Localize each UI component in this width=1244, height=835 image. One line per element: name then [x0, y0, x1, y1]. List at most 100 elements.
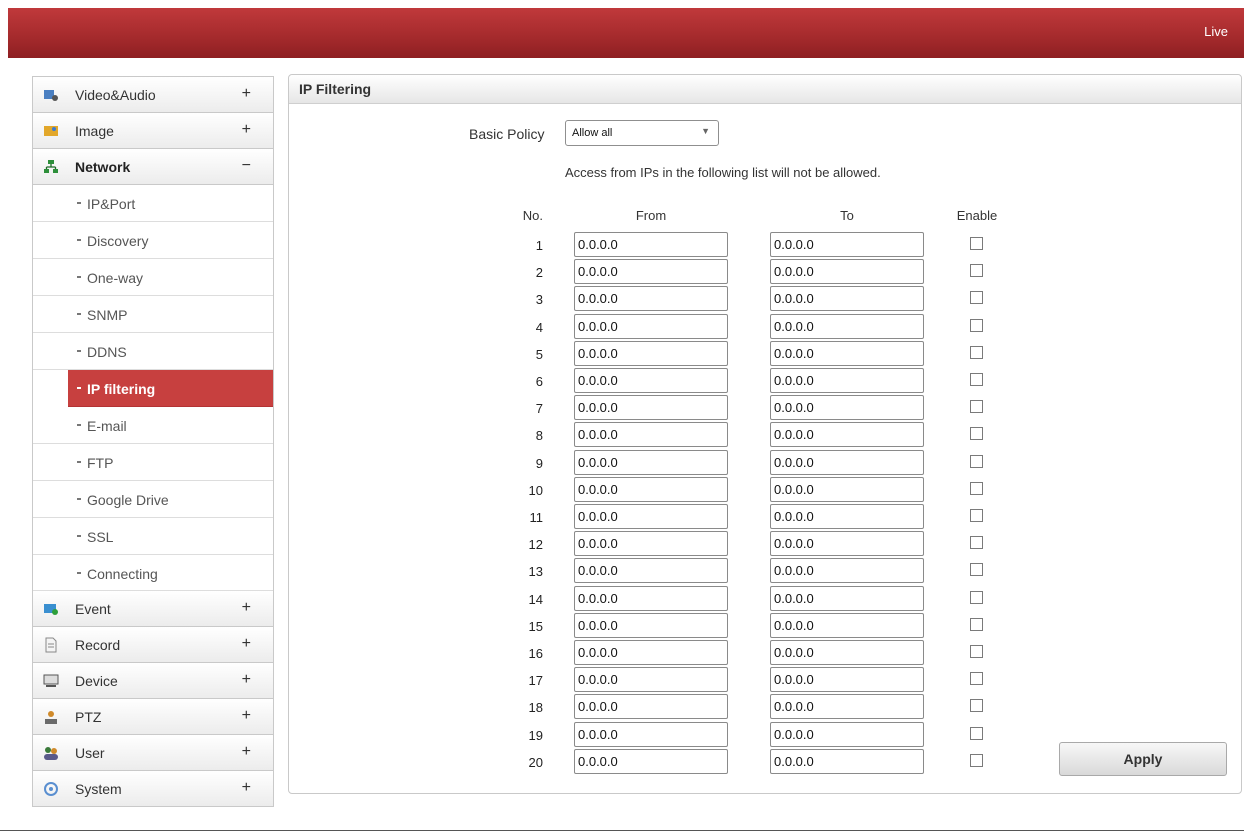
from-ip-input[interactable]: [574, 640, 728, 665]
sidebar-group-system[interactable]: System +: [33, 771, 273, 807]
from-ip-input[interactable]: [574, 476, 728, 502]
from-ip-input[interactable]: [574, 558, 728, 584]
enable-checkbox[interactable]: [970, 672, 983, 686]
enable-checkbox[interactable]: [970, 454, 983, 468]
sidebar-group-image[interactable]: Image +: [33, 113, 273, 149]
from-ip-input[interactable]: [574, 340, 728, 366]
filter-row: 9: [289, 449, 1241, 477]
from-ip-input[interactable]: [574, 504, 728, 529]
expand-icon[interactable]: +: [242, 671, 251, 689]
expand-icon[interactable]: +: [242, 85, 251, 103]
to-ip-input[interactable]: [770, 748, 924, 774]
sidebar-item-google-drive[interactable]: Google Drive: [33, 481, 273, 518]
basic-policy-select[interactable]: Allow all ▼: [565, 120, 719, 146]
enable-checkbox[interactable]: [970, 318, 983, 332]
from-ip-input[interactable]: [574, 531, 728, 557]
enable-checkbox[interactable]: [970, 563, 983, 577]
from-ip-input[interactable]: [574, 612, 728, 638]
to-ip-input[interactable]: [770, 504, 924, 529]
to-ip-input[interactable]: [770, 259, 924, 285]
device-icon: [43, 673, 59, 689]
from-ip-input[interactable]: [574, 449, 728, 475]
from-ip-input[interactable]: [574, 259, 728, 285]
to-ip-input[interactable]: [770, 286, 924, 312]
enable-checkbox[interactable]: [970, 509, 983, 522]
expand-icon[interactable]: +: [242, 121, 251, 139]
sidebar-item-snmp[interactable]: SNMP: [33, 296, 273, 333]
enable-checkbox[interactable]: [970, 590, 983, 604]
from-ip-input[interactable]: [574, 232, 728, 257]
expand-icon[interactable]: +: [242, 707, 251, 725]
from-ip-input[interactable]: [574, 313, 728, 339]
filter-row: 8: [289, 422, 1241, 449]
from-ip-input[interactable]: [574, 667, 728, 693]
sidebar-group-network[interactable]: Network −: [33, 149, 273, 185]
to-ip-input[interactable]: [770, 232, 924, 257]
from-ip-input[interactable]: [574, 395, 728, 421]
to-ip-input[interactable]: [770, 667, 924, 693]
expand-icon[interactable]: +: [242, 635, 251, 653]
column-header-enable: Enable: [956, 208, 998, 223]
to-ip-input[interactable]: [770, 694, 924, 720]
from-ip-input[interactable]: [574, 422, 728, 448]
sidebar-item-ddns[interactable]: DDNS: [33, 333, 273, 370]
column-header-from: From: [635, 208, 667, 223]
to-ip-input[interactable]: [770, 558, 924, 584]
sidebar-item-label: SNMP: [87, 307, 128, 323]
to-ip-input[interactable]: [770, 476, 924, 502]
to-ip-input[interactable]: [770, 368, 924, 393]
sidebar-item-ftp[interactable]: FTP: [33, 444, 273, 481]
enable-checkbox[interactable]: [970, 373, 983, 386]
sidebar-item-ip-filtering[interactable]: IP filtering: [68, 370, 273, 407]
enable-checkbox[interactable]: [970, 400, 983, 414]
enable-checkbox[interactable]: [970, 753, 983, 767]
sidebar-group-ptz[interactable]: PTZ +: [33, 699, 273, 735]
collapse-icon[interactable]: −: [242, 157, 251, 175]
enable-checkbox[interactable]: [970, 291, 983, 305]
from-ip-input[interactable]: [574, 585, 728, 611]
from-ip-input[interactable]: [574, 721, 728, 747]
to-ip-input[interactable]: [770, 721, 924, 747]
to-ip-input[interactable]: [770, 340, 924, 366]
sidebar-item-ssl[interactable]: SSL: [33, 518, 273, 555]
expand-icon[interactable]: +: [242, 743, 251, 761]
from-ip-input[interactable]: [574, 368, 728, 393]
sidebar-group-record[interactable]: Record +: [33, 627, 273, 663]
to-ip-input[interactable]: [770, 585, 924, 611]
sidebar-group-video-audio[interactable]: Video&Audio +: [33, 77, 273, 113]
enable-checkbox[interactable]: [970, 645, 983, 658]
to-ip-input[interactable]: [770, 395, 924, 421]
to-ip-input[interactable]: [770, 313, 924, 339]
sidebar-group-user[interactable]: User +: [33, 735, 273, 771]
from-ip-input[interactable]: [574, 748, 728, 774]
enable-checkbox[interactable]: [970, 617, 983, 631]
live-link[interactable]: Live: [1204, 24, 1228, 39]
to-ip-input[interactable]: [770, 422, 924, 448]
enable-checkbox[interactable]: [970, 481, 983, 495]
from-ip-input[interactable]: [574, 694, 728, 720]
enable-checkbox[interactable]: [970, 536, 983, 550]
sidebar-item-e-mail[interactable]: E-mail: [33, 407, 273, 444]
expand-icon[interactable]: +: [242, 599, 251, 617]
sidebar-item-discovery[interactable]: Discovery: [33, 222, 273, 259]
enable-checkbox[interactable]: [970, 726, 983, 740]
enable-checkbox[interactable]: [970, 345, 983, 359]
sidebar-item-connecting[interactable]: Connecting: [33, 555, 273, 591]
sidebar-item-ip-port[interactable]: IP&Port: [33, 185, 273, 222]
sidebar-item-one-way[interactable]: One-way: [33, 259, 273, 296]
enable-checkbox[interactable]: [970, 237, 983, 250]
enable-checkbox[interactable]: [970, 264, 983, 278]
apply-button[interactable]: Apply: [1059, 742, 1227, 776]
row-number: 11: [529, 510, 544, 525]
sidebar-group-device[interactable]: Device +: [33, 663, 273, 699]
sidebar-group-event[interactable]: Event +: [33, 591, 273, 627]
to-ip-input[interactable]: [770, 449, 924, 475]
from-ip-input[interactable]: [574, 286, 728, 312]
enable-checkbox[interactable]: [970, 427, 983, 441]
to-ip-input[interactable]: [770, 612, 924, 638]
enable-checkbox[interactable]: [970, 699, 983, 713]
expand-icon[interactable]: +: [242, 779, 251, 797]
to-ip-input[interactable]: [770, 640, 924, 665]
page-title: IP Filtering: [299, 81, 372, 97]
to-ip-input[interactable]: [770, 531, 924, 557]
